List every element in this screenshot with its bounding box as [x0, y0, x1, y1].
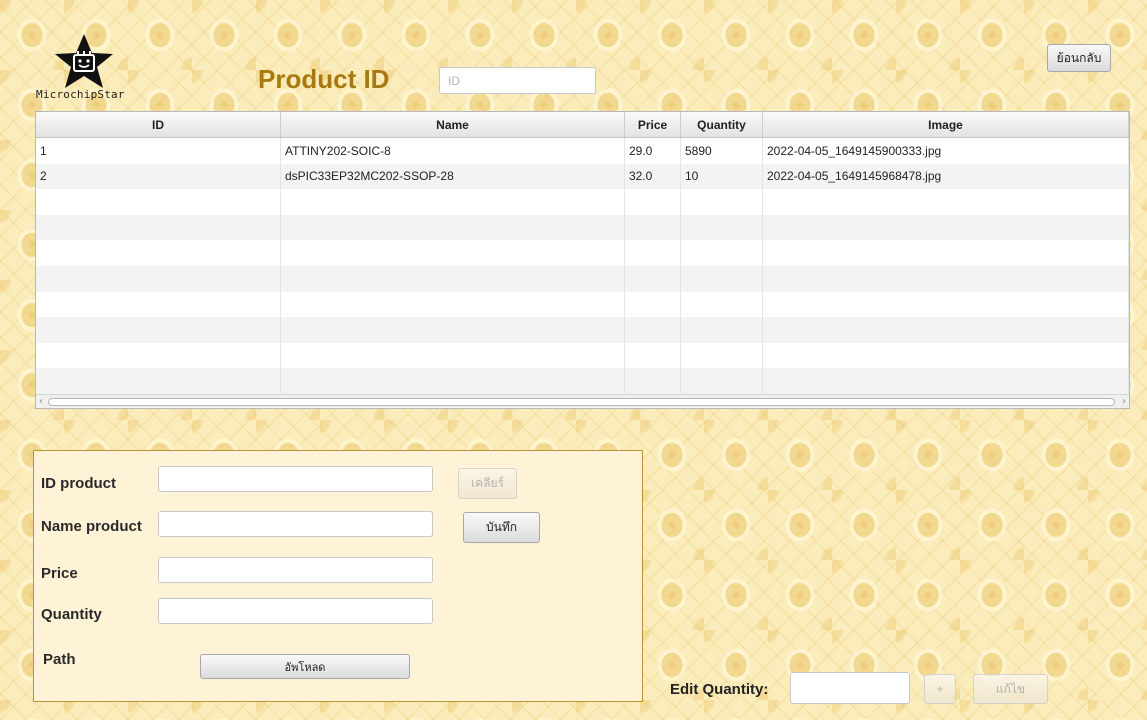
- scroll-left-icon[interactable]: ‹: [39, 395, 43, 408]
- column-header-id[interactable]: ID: [36, 112, 281, 137]
- id-product-input[interactable]: [158, 466, 433, 492]
- cell-name: ATTINY202-SOIC-8: [281, 138, 625, 164]
- path-label: Path: [43, 651, 76, 668]
- table-body: 1 ATTINY202-SOIC-8 29.0 5890 2022-04-05_…: [36, 138, 1129, 394]
- edit-quantity-label: Edit Quantity:: [670, 681, 769, 698]
- star-chip-icon: [55, 34, 113, 88]
- upload-button[interactable]: อัพโหลด: [200, 654, 410, 679]
- scroll-right-icon[interactable]: ›: [1122, 395, 1126, 408]
- empty-row: [36, 291, 1129, 318]
- table-header: ID Name Price Quantity Image: [36, 112, 1129, 138]
- cell-price: 32.0: [625, 163, 681, 190]
- empty-row: [36, 342, 1129, 369]
- name-product-input[interactable]: [158, 511, 433, 537]
- table-row[interactable]: 2 dsPIC33EP32MC202-SSOP-28 32.0 10 2022-…: [36, 163, 1129, 190]
- horizontal-scrollbar[interactable]: ‹ ›: [36, 394, 1129, 408]
- empty-row: [36, 317, 1129, 343]
- column-header-name[interactable]: Name: [281, 112, 625, 137]
- cell-id: 2: [36, 163, 281, 190]
- column-header-image[interactable]: Image: [763, 112, 1129, 137]
- cell-quantity: 5890: [681, 138, 763, 164]
- quantity-label: Quantity: [41, 606, 102, 623]
- plus-button[interactable]: +: [924, 674, 956, 704]
- quantity-input[interactable]: [158, 598, 433, 624]
- page-title: Product ID: [258, 64, 390, 94]
- name-product-label: Name product: [41, 518, 142, 535]
- column-header-quantity[interactable]: Quantity: [681, 112, 763, 137]
- scrollbar-thumb[interactable]: [48, 398, 1115, 406]
- cell-image: 2022-04-05_1649145968478.jpg: [763, 163, 1129, 190]
- id-product-label: ID product: [41, 475, 116, 492]
- empty-row: [36, 214, 1129, 241]
- empty-row: [36, 368, 1129, 394]
- product-form-panel: ID product เคลียร์ Name product บันทึก P…: [33, 450, 643, 702]
- clear-button[interactable]: เคลียร์: [458, 468, 517, 499]
- empty-row: [36, 240, 1129, 266]
- save-button[interactable]: บันทึก: [463, 512, 540, 543]
- table-row[interactable]: 1 ATTINY202-SOIC-8 29.0 5890 2022-04-05_…: [36, 138, 1129, 164]
- cell-name: dsPIC33EP32MC202-SSOP-28: [281, 163, 625, 190]
- cell-image: 2022-04-05_1649145900333.jpg: [763, 138, 1129, 164]
- empty-row: [36, 265, 1129, 292]
- cell-quantity: 10: [681, 163, 763, 190]
- cell-price: 29.0: [625, 138, 681, 164]
- logo-text: MicrochipStar: [36, 88, 125, 101]
- product-table[interactable]: ID Name Price Quantity Image 1 ATTINY202…: [35, 111, 1130, 409]
- edit-quantity-input[interactable]: [790, 672, 910, 704]
- price-input[interactable]: [158, 557, 433, 583]
- price-label: Price: [41, 565, 78, 582]
- microchipstar-logo: MicrochipStar: [30, 34, 140, 104]
- cell-id: 1: [36, 138, 281, 164]
- product-id-search-input[interactable]: [439, 67, 596, 94]
- empty-row: [36, 189, 1129, 215]
- back-button[interactable]: ย้อนกลับ: [1047, 44, 1111, 72]
- edit-button[interactable]: แก้ไข: [973, 674, 1048, 704]
- column-header-price[interactable]: Price: [625, 112, 681, 137]
